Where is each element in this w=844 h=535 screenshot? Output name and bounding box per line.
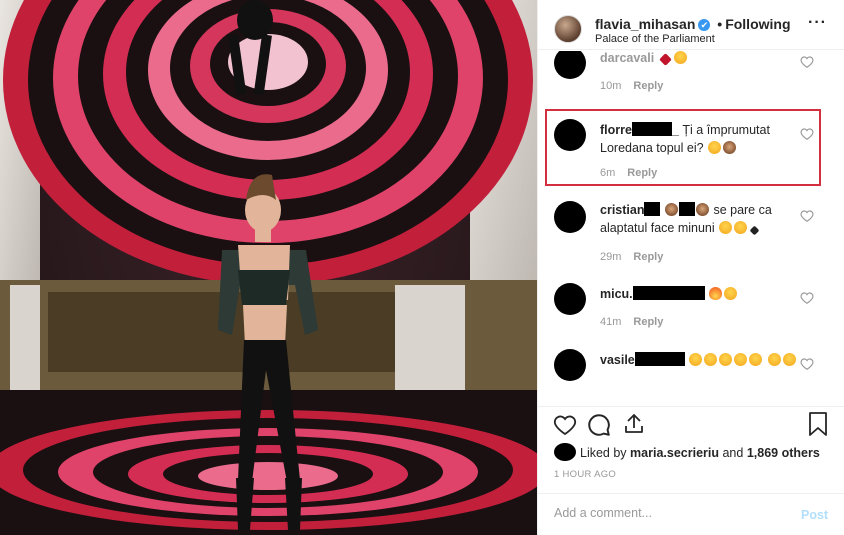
photo-illustration	[0, 0, 537, 535]
comment-text: cristian se pare ca alaptatul face minun…	[600, 201, 800, 237]
comment-username[interactable]: darcavali	[600, 51, 654, 65]
heart-eyes-emoji-icon	[704, 353, 718, 366]
commenter-avatar[interactable]	[554, 349, 586, 381]
comment-like-heart-icon[interactable]	[800, 357, 814, 371]
heart-eyes-emoji-icon	[689, 353, 703, 366]
comment-bubble-icon[interactable]	[586, 412, 612, 438]
redaction-bar	[644, 202, 661, 216]
redaction-bar	[678, 202, 695, 216]
likes-prefix: Liked by	[580, 446, 627, 460]
monkey-emoji-icon	[695, 203, 709, 216]
comments-list[interactable]: darcavali 10m Reply florre _ Ți a împrumut…	[538, 51, 844, 406]
comment-meta: 41m Reply	[600, 316, 663, 328]
post-comment-button[interactable]: Post	[801, 508, 828, 522]
add-comment-bar: Post	[538, 493, 844, 535]
likes-count[interactable]: 1,869 others	[747, 446, 820, 460]
post-photo[interactable]	[0, 0, 537, 535]
comment-text: darcavali	[600, 51, 800, 67]
comment-time: 10m	[600, 80, 622, 92]
more-dots-icon[interactable]: ···	[808, 14, 827, 32]
redaction-bar	[632, 286, 705, 300]
comment-time: 29m	[600, 251, 622, 263]
comment-meta: 29m Reply	[600, 251, 663, 263]
username-visible-part: cristian	[600, 203, 645, 217]
commenter-avatar[interactable]	[554, 283, 586, 315]
reply-button[interactable]: Reply	[633, 316, 663, 328]
comment-item: darcavali 10m Reply	[538, 51, 844, 103]
comment-like-heart-icon[interactable]	[800, 209, 814, 223]
commenter-avatar[interactable]	[554, 51, 586, 79]
username-visible-part: vasile	[600, 353, 635, 367]
post-sidebar: flavia_mihasan ✔ • Following Palace of the…	[537, 0, 844, 535]
separator-dot: •	[717, 16, 723, 32]
username-visible-part: micu.	[600, 287, 633, 301]
add-comment-input[interactable]	[554, 506, 774, 520]
heart-eyes-emoji-icon	[734, 353, 748, 366]
floor-spiral	[0, 410, 537, 530]
heart-eyes-emoji-icon	[767, 353, 781, 366]
comment-item: vasile	[538, 347, 844, 406]
comment-like-heart-icon[interactable]	[800, 291, 814, 305]
commenter-avatar[interactable]	[554, 201, 586, 233]
verified-badge-icon: ✔	[698, 19, 711, 31]
comment-meta: 10m Reply	[600, 80, 663, 92]
post-location[interactable]: Palace of the Parliament	[595, 33, 715, 45]
black-heart-emoji-icon	[749, 225, 760, 236]
comment-item: micu. 41m Reply	[538, 281, 844, 341]
redaction-bar	[634, 352, 685, 366]
smile-emoji-icon	[719, 221, 733, 234]
comment-username[interactable]: micu.	[600, 286, 705, 301]
post-timestamp[interactable]: 1 HOUR AGO	[554, 469, 616, 480]
heart-eyes-emoji-icon	[782, 353, 796, 366]
comment-like-heart-icon[interactable]	[800, 55, 814, 69]
author-line: flavia_mihasan ✔ • Following	[595, 16, 791, 32]
comment-time: 41m	[600, 316, 622, 328]
heart-eyes-emoji-icon	[749, 353, 763, 366]
following-button[interactable]: Following	[725, 16, 790, 32]
comment-username[interactable]: vasile	[600, 352, 685, 367]
reply-button[interactable]: Reply	[633, 80, 663, 92]
comment-item: cristian se pare ca alaptatul face minun…	[538, 199, 844, 269]
highlight-box	[545, 109, 821, 186]
heart-outline-icon[interactable]	[552, 413, 578, 437]
share-icon[interactable]	[622, 412, 646, 436]
comment-username[interactable]: cristian	[600, 202, 661, 217]
red-heart-emoji-icon	[658, 53, 672, 66]
fire-emoji-icon	[709, 287, 723, 300]
post-actions: Liked by maria.secrieriu and 1,869 other…	[538, 406, 844, 534]
liker-avatar[interactable]	[554, 443, 576, 461]
comment-text: micu.	[600, 285, 800, 303]
monkey-emoji-icon	[664, 203, 678, 216]
likes-middle: and	[722, 446, 744, 460]
smile-emoji-icon	[673, 51, 687, 64]
post-header: flavia_mihasan ✔ • Following Palace of the…	[538, 0, 844, 50]
comment-text: vasile	[600, 351, 800, 369]
author-avatar[interactable]	[554, 15, 582, 43]
reply-button[interactable]: Reply	[633, 251, 663, 263]
author-username[interactable]: flavia_mihasan	[595, 16, 695, 32]
likes-line: Liked by maria.secrieriu and 1,869 other…	[554, 443, 820, 461]
liker-username[interactable]: maria.secrieriu	[630, 446, 719, 460]
smile-emoji-icon	[734, 221, 748, 234]
instagram-post-window: flavia_mihasan ✔ • Following Palace of the…	[0, 0, 844, 535]
bookmark-icon[interactable]	[808, 411, 828, 437]
heart-eyes-emoji-icon	[724, 287, 738, 300]
heart-eyes-emoji-icon	[719, 353, 733, 366]
